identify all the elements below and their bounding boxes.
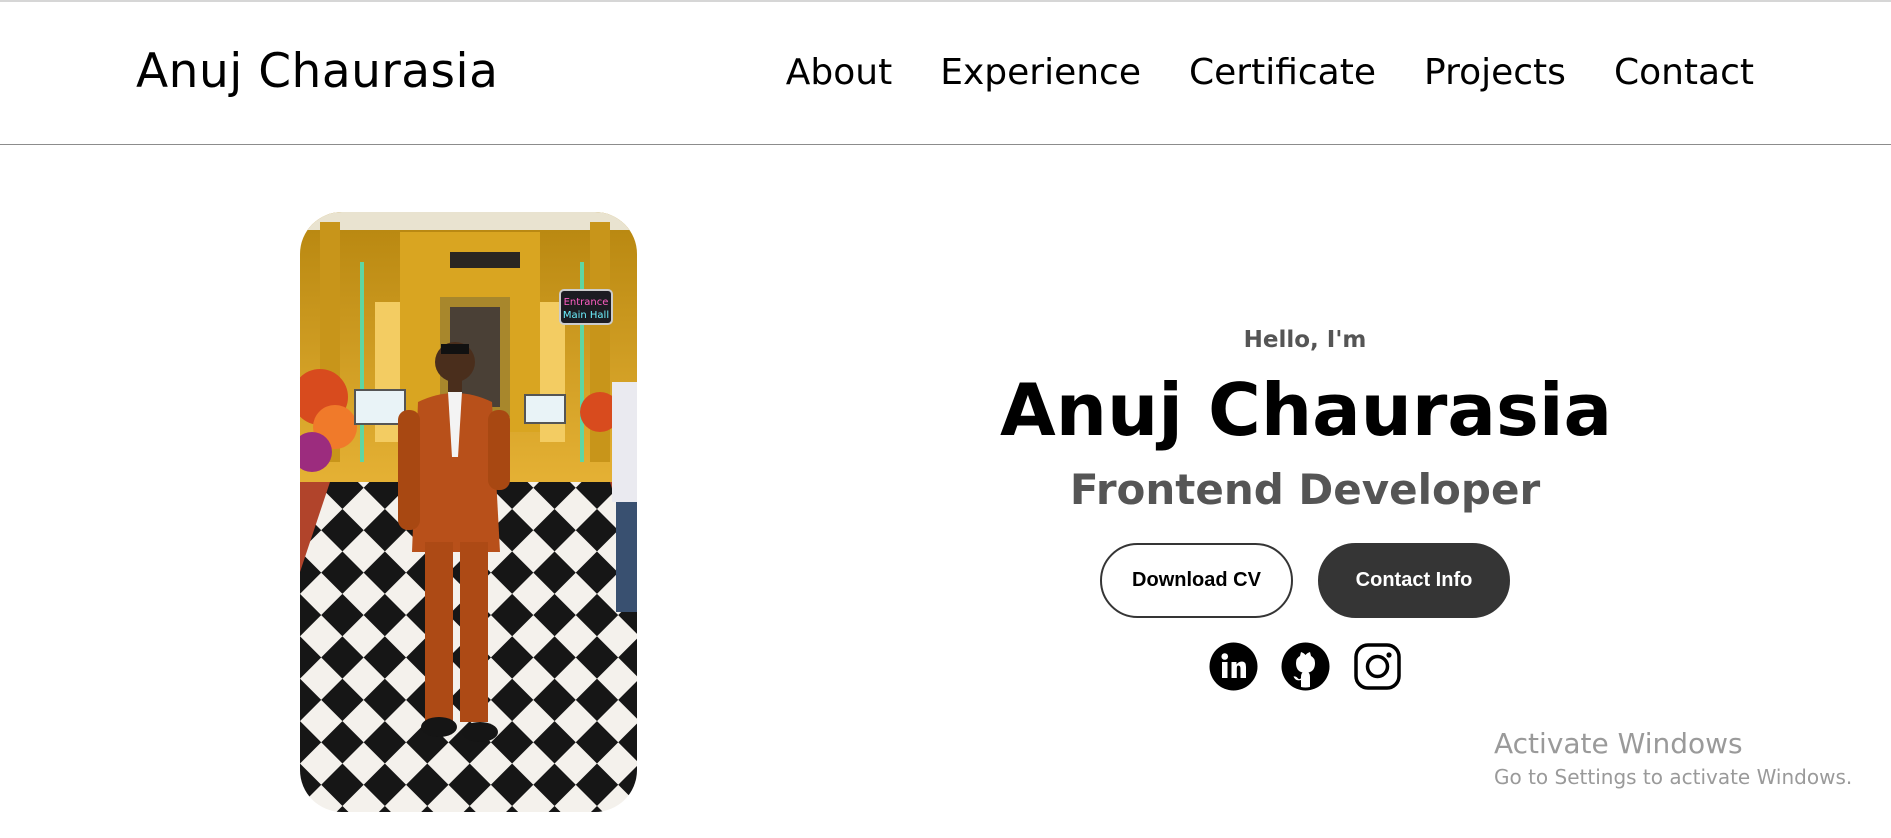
nav-item-experience: Experience (940, 52, 1141, 93)
nav-link-experience[interactable]: Experience (940, 52, 1141, 93)
watermark-title: Activate Windows (1494, 727, 1743, 760)
profile-photo: Entrance Main Hall (300, 212, 637, 812)
hall-sign-line1: Entrance (564, 297, 609, 308)
nav-link-projects[interactable]: Projects (1424, 52, 1566, 93)
nav-item-certificate: Certificate (1189, 52, 1376, 93)
hero-name: Anuj Chaurasia (1000, 368, 1613, 452)
nav-item-about: About (786, 52, 892, 93)
nav-links: About Experience Certificate Projects Co… (786, 52, 1754, 93)
hero-greeting: Hello, I'm (1243, 327, 1367, 353)
hall-sign-line2: Main Hall (563, 310, 609, 321)
nav-item-projects: Projects (1424, 52, 1566, 93)
download-cv-button[interactable]: Download CV (1100, 543, 1293, 618)
site-logo[interactable]: Anuj Chaurasia (136, 44, 498, 99)
watermark-subtitle: Go to Settings to activate Windows. (1494, 765, 1853, 789)
nav-item-contact: Contact (1614, 52, 1754, 93)
hero-section: Hello, I'm Anuj Chaurasia Frontend Devel… (1000, 320, 1613, 691)
github-icon[interactable] (1281, 642, 1330, 691)
instagram-icon[interactable] (1353, 642, 1402, 691)
windows-activation-watermark: Activate Windows Go to Settings to activ… (1494, 726, 1852, 792)
linkedin-icon[interactable] (1209, 642, 1258, 691)
hero-role: Frontend Developer (1069, 465, 1541, 514)
hero-buttons: Download CV Contact Info (1000, 543, 1610, 618)
contact-info-button[interactable]: Contact Info (1318, 543, 1510, 618)
top-navbar: Anuj Chaurasia About Experience Certific… (0, 2, 1891, 145)
nav-link-certificate[interactable]: Certificate (1189, 52, 1376, 93)
social-links (1000, 642, 1610, 691)
nav-link-contact[interactable]: Contact (1614, 52, 1754, 93)
nav-link-about[interactable]: About (786, 52, 892, 93)
